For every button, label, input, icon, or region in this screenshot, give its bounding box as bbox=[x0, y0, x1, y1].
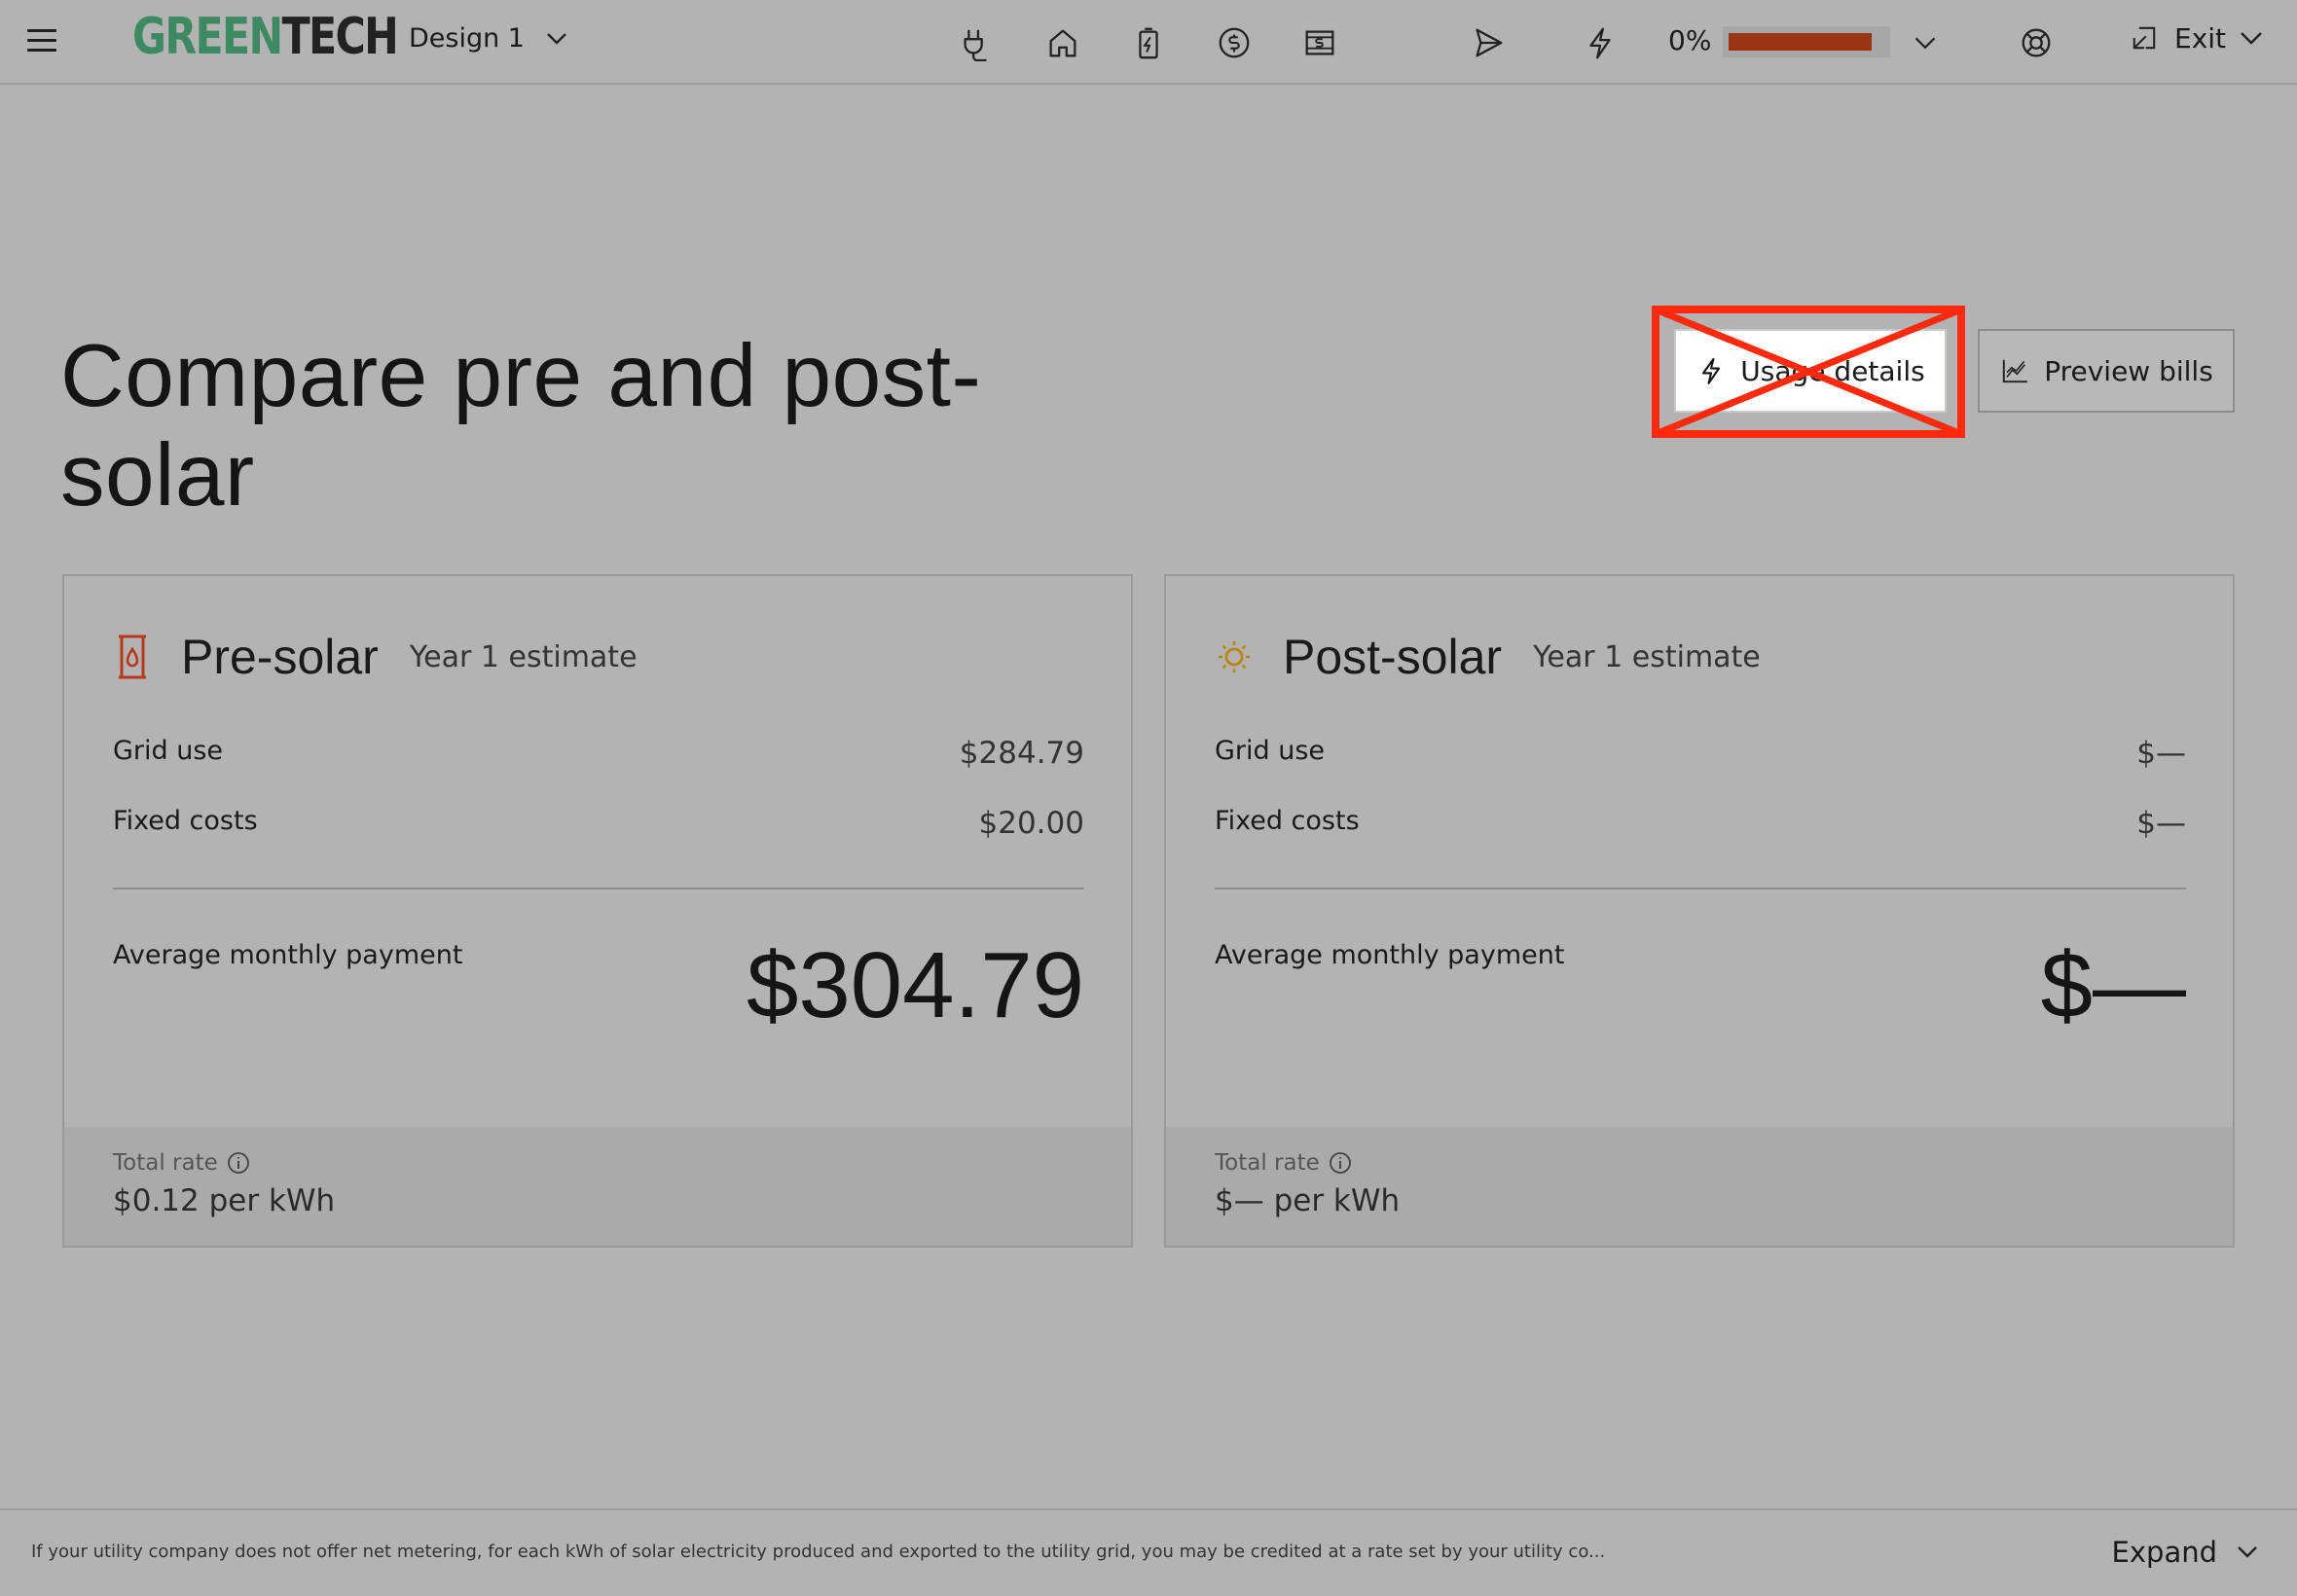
grid-use-value: $284.79 bbox=[959, 736, 1084, 771]
fixed-costs-row: Fixed costs $— bbox=[1215, 806, 2186, 841]
sun-icon bbox=[1219, 641, 1250, 672]
page-title: Compare pre and post-solar bbox=[60, 327, 982, 525]
lifebuoy-icon[interactable] bbox=[2015, 21, 2058, 64]
info-icon[interactable] bbox=[226, 1150, 251, 1176]
avg-payment-value: $— bbox=[2040, 933, 2186, 1037]
logo: GREENTECH bbox=[132, 8, 399, 66]
dollar-circle-icon[interactable] bbox=[1213, 21, 1256, 64]
divider bbox=[113, 888, 1084, 889]
cash-icon[interactable] bbox=[1298, 21, 1341, 64]
expand-label: Expand bbox=[2111, 1536, 2217, 1569]
card-title: Post-solar bbox=[1283, 630, 1503, 684]
card-footer: Total rate $— per kWh bbox=[1166, 1127, 2233, 1246]
exit-button[interactable]: Exit bbox=[2128, 21, 2263, 54]
expand-button[interactable]: Expand bbox=[2112, 1536, 2258, 1569]
usage-details-label: Usage details bbox=[1740, 354, 1925, 387]
exit-label: Exit bbox=[2174, 21, 2227, 54]
fixed-costs-label: Fixed costs bbox=[1215, 806, 1360, 836]
menu-icon[interactable] bbox=[27, 29, 56, 54]
oil-barrel-icon bbox=[119, 635, 146, 679]
design-select[interactable]: Design 1 bbox=[409, 23, 567, 54]
grid-use-label: Grid use bbox=[1215, 736, 1326, 766]
fixed-costs-row: Fixed costs $20.00 bbox=[113, 806, 1084, 841]
fixed-costs-value: $— bbox=[2136, 806, 2186, 841]
avg-payment-value: $304.79 bbox=[746, 933, 1084, 1037]
card-subtitle: Year 1 estimate bbox=[409, 639, 638, 674]
home-icon[interactable] bbox=[1041, 21, 1084, 64]
chevron-down-icon bbox=[2241, 32, 2262, 45]
bolt-icon[interactable] bbox=[1579, 21, 1622, 64]
top-bar: GREENTECH Design 1 0% Exit bbox=[0, 0, 2297, 85]
total-rate-value: $0.12 per kWh bbox=[113, 1183, 336, 1218]
disclaimer-text: If your utility company does not offer n… bbox=[31, 1542, 1606, 1562]
grid-use-row: Grid use $— bbox=[1215, 736, 2186, 771]
info-icon[interactable] bbox=[1328, 1150, 1353, 1176]
plug-icon[interactable] bbox=[955, 21, 998, 64]
card-header: Pre-solar Year 1 estimate bbox=[113, 629, 638, 685]
grid-use-row: Grid use $284.79 bbox=[113, 736, 1084, 771]
exit-icon bbox=[2133, 26, 2156, 50]
chart-icon bbox=[2003, 359, 2028, 383]
total-rate-label: Total rate bbox=[113, 1150, 251, 1176]
divider bbox=[1215, 888, 2186, 889]
card-subtitle: Year 1 estimate bbox=[1533, 639, 1761, 674]
chevron-down-icon bbox=[2238, 1546, 2257, 1558]
grid-use-value: $— bbox=[2136, 736, 2186, 771]
grid-use-label: Grid use bbox=[113, 736, 224, 766]
avg-payment-label: Average monthly payment bbox=[113, 940, 463, 970]
preview-bills-label: Preview bills bbox=[2044, 354, 2213, 387]
preview-bills-button[interactable]: Preview bills bbox=[1978, 329, 2235, 413]
total-rate-value: $— per kWh bbox=[1215, 1183, 1401, 1218]
fixed-costs-value: $20.00 bbox=[978, 806, 1084, 841]
bolt-icon bbox=[1702, 357, 1721, 384]
progress-bar bbox=[1723, 26, 1890, 57]
chevron-down-icon[interactable] bbox=[1904, 21, 1947, 64]
disclaimer-bar: If your utility company does not offer n… bbox=[0, 1508, 2297, 1596]
progress-percent: 0% bbox=[1668, 24, 1712, 56]
design-select-label: Design 1 bbox=[409, 23, 525, 54]
card-footer: Total rate $0.12 per kWh bbox=[64, 1127, 1131, 1246]
avg-payment-label: Average monthly payment bbox=[1215, 940, 1565, 970]
send-icon[interactable] bbox=[1467, 21, 1510, 64]
fixed-costs-label: Fixed costs bbox=[113, 806, 258, 836]
chevron-down-icon bbox=[547, 32, 566, 45]
usage-details-button[interactable]: Usage details bbox=[1674, 329, 1947, 413]
battery-icon[interactable] bbox=[1127, 21, 1170, 64]
card-header: Post-solar Year 1 estimate bbox=[1215, 629, 1761, 685]
post-solar-card: Post-solar Year 1 estimate Grid use $— F… bbox=[1164, 574, 2235, 1248]
progress-fill bbox=[1729, 33, 1872, 51]
total-rate-label: Total rate bbox=[1215, 1150, 1353, 1176]
card-title: Pre-solar bbox=[181, 630, 379, 684]
pre-solar-card: Pre-solar Year 1 estimate Grid use $284.… bbox=[62, 574, 1133, 1248]
